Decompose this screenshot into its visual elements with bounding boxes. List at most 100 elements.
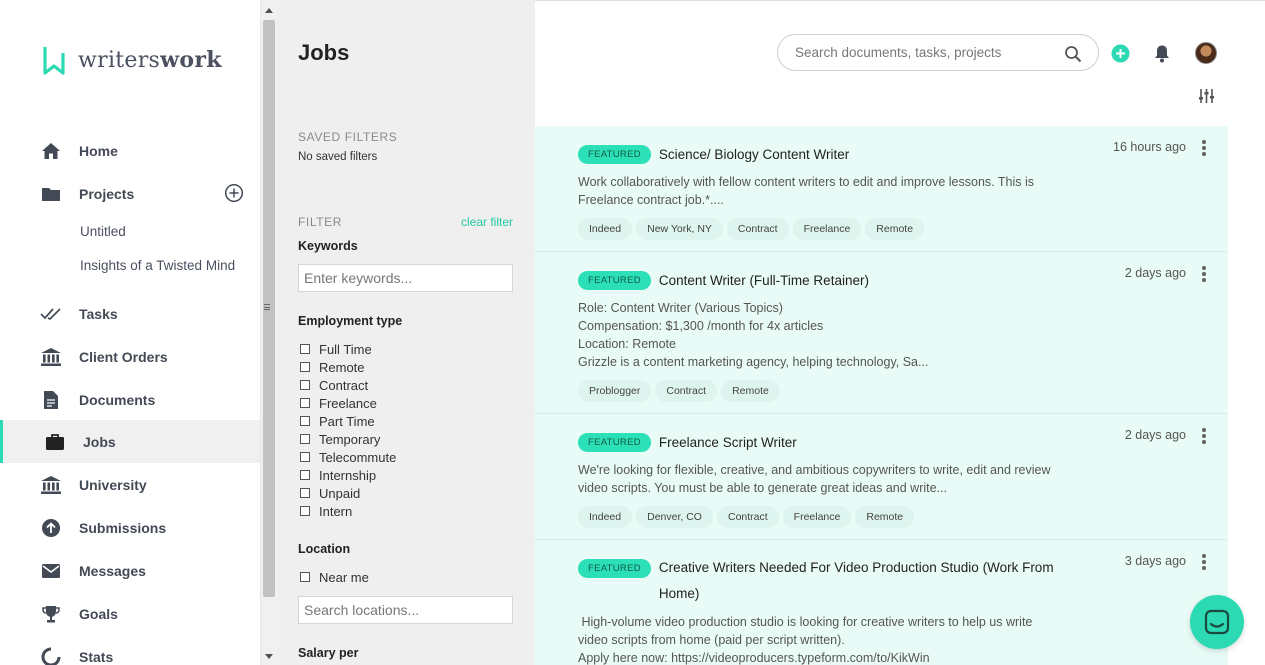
checkbox[interactable] <box>300 398 310 408</box>
employment-type-option[interactable]: Freelance <box>300 394 396 412</box>
job-tag[interactable]: Contract <box>716 506 779 528</box>
nav-jobs-label: Jobs <box>83 433 116 450</box>
nav-projects-label: Projects <box>79 185 135 202</box>
job-title[interactable]: Freelance Script Writer <box>659 433 797 452</box>
project-item-untitled[interactable]: Untitled <box>80 224 126 239</box>
employment-type-option[interactable]: Temporary <box>300 430 396 448</box>
job-tag[interactable]: Remote <box>721 380 780 402</box>
job-card[interactable]: FEATURED Freelance Script Writer 2 days … <box>535 414 1228 540</box>
scroll-down-arrow[interactable] <box>265 654 273 659</box>
job-tag[interactable]: Contract <box>655 380 718 402</box>
job-time: 2 days ago <box>1124 266 1186 280</box>
employment-type-option[interactable]: Contract <box>300 376 396 394</box>
add-project-icon[interactable] <box>224 183 244 203</box>
global-search[interactable] <box>777 34 1099 71</box>
job-tag[interactable]: Indeed <box>578 218 633 240</box>
nav-university[interactable]: University <box>0 463 260 506</box>
job-title[interactable]: Content Writer (Full-Time Retainer) <box>659 271 869 290</box>
sliders-icon[interactable] <box>1198 88 1215 104</box>
checkbox[interactable] <box>300 344 310 354</box>
featured-badge: FEATURED <box>578 145 651 164</box>
employment-type-option[interactable]: Part Time <box>300 412 396 430</box>
add-icon[interactable] <box>1111 44 1130 63</box>
featured-badge: FEATURED <box>578 433 651 452</box>
location-input[interactable] <box>298 596 513 624</box>
nav-client-orders[interactable]: Client Orders <box>0 335 260 378</box>
checkbox[interactable] <box>300 470 310 480</box>
job-description: Role: Content Writer (Various Topics) Com… <box>578 301 929 369</box>
job-description: We're looking for flexible, creative, an… <box>578 463 1051 495</box>
checkbox[interactable] <box>300 506 310 516</box>
salary-label: Salary per <box>298 646 359 660</box>
filter-heading: FILTER <box>298 215 343 229</box>
job-list: FEATURED Science/ Biology Content Writer… <box>535 126 1228 665</box>
nav-home[interactable]: Home <box>0 129 260 172</box>
search-icon[interactable] <box>1064 45 1082 63</box>
document-icon <box>40 389 62 411</box>
nav-tasks-label: Tasks <box>79 305 118 322</box>
job-title[interactable]: Creative Writers Needed For Video Produc… <box>659 555 1079 607</box>
nav-documents-label: Documents <box>79 391 156 408</box>
job-card[interactable]: FEATURED Creative Writers Needed For Vid… <box>535 540 1228 665</box>
employment-type-option[interactable]: Intern <box>300 502 396 520</box>
job-tag[interactable]: Indeed <box>578 506 633 528</box>
job-tags: Indeed Denver, CO Contract Freelance Rem… <box>578 506 1228 539</box>
keywords-input[interactable] <box>298 264 513 292</box>
job-tag[interactable]: Contract <box>726 218 789 240</box>
nav-documents[interactable]: Documents <box>0 378 260 421</box>
employment-type-label: Employment type <box>298 314 403 328</box>
search-input[interactable] <box>795 45 1050 60</box>
stats-icon <box>40 646 62 665</box>
job-tag[interactable]: Remote <box>855 506 915 528</box>
job-card[interactable]: FEATURED Science/ Biology Content Writer… <box>535 126 1228 252</box>
job-title[interactable]: Science/ Biology Content Writer <box>659 145 849 164</box>
filter-panel: Jobs SAVED FILTERS No saved filters FILT… <box>277 0 535 665</box>
employment-type-option[interactable]: Full Time <box>300 340 396 358</box>
main-content: FEATURED Science/ Biology Content Writer… <box>535 0 1265 665</box>
more-options-icon[interactable] <box>1201 266 1207 282</box>
project-item-insights[interactable]: Insights of a Twisted Mind <box>80 258 235 273</box>
employment-type-option[interactable]: Remote <box>300 358 396 376</box>
nav-stats[interactable]: Stats <box>0 635 260 665</box>
nav-projects[interactable]: Projects <box>0 172 260 215</box>
job-tag[interactable]: Freelance <box>792 218 862 240</box>
employment-type-option[interactable]: Internship <box>300 466 396 484</box>
checkbox[interactable] <box>300 488 310 498</box>
nav-tasks[interactable]: Tasks <box>0 292 260 335</box>
chat-launcher-button[interactable] <box>1190 595 1244 649</box>
clear-filter-link[interactable]: clear filter <box>461 215 513 229</box>
checkbox[interactable] <box>300 572 310 582</box>
sidebar: writerswork Home Projects Untitled Insig… <box>0 0 261 665</box>
nav-jobs[interactable]: Jobs <box>0 420 260 463</box>
job-tag[interactable]: Freelance <box>782 506 852 528</box>
job-tag[interactable]: Problogger <box>578 380 652 402</box>
scroll-up-arrow[interactable] <box>265 8 273 13</box>
more-options-icon[interactable] <box>1201 428 1207 444</box>
more-options-icon[interactable] <box>1201 554 1207 570</box>
checkbox[interactable] <box>300 380 310 390</box>
job-tag[interactable]: Remote <box>865 218 925 240</box>
brand-logo[interactable]: writerswork <box>42 45 222 75</box>
nav-goals[interactable]: Goals <box>0 592 260 635</box>
sidebar-scrollbar[interactable] <box>261 0 277 665</box>
more-options-icon[interactable] <box>1201 140 1207 156</box>
employment-type-option[interactable]: Telecommute <box>300 448 396 466</box>
employment-type-option[interactable]: Unpaid <box>300 484 396 502</box>
job-card[interactable]: FEATURED Content Writer (Full-Time Retai… <box>535 252 1228 414</box>
job-tag[interactable]: Denver, CO <box>636 506 713 528</box>
checkbox[interactable] <box>300 452 310 462</box>
job-description: High-volume video production studio is l… <box>578 615 1033 665</box>
envelope-icon <box>40 560 62 582</box>
job-tag[interactable]: New York, NY <box>636 218 723 240</box>
checkbox[interactable] <box>300 362 310 372</box>
checkbox[interactable] <box>300 434 310 444</box>
page-title: Jobs <box>298 40 350 65</box>
nav-submissions[interactable]: Submissions <box>0 506 260 549</box>
near-me-option[interactable]: Near me <box>300 568 369 586</box>
user-avatar[interactable] <box>1195 42 1217 64</box>
bank-icon <box>40 346 62 368</box>
bell-icon[interactable] <box>1154 44 1170 63</box>
checkbox[interactable] <box>300 416 310 426</box>
nav-messages[interactable]: Messages <box>0 549 260 592</box>
home-icon <box>40 140 62 162</box>
